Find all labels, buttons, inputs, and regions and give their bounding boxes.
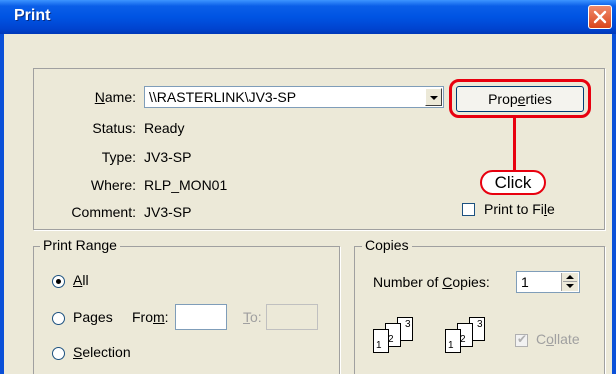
close-icon [593, 10, 607, 24]
number-of-copies-label: Number of Copies: [373, 274, 490, 290]
radio-all-label: All [73, 272, 89, 288]
collate-pages-icon: 3 2 1 [441, 317, 501, 361]
copies-value: 1 [521, 274, 529, 290]
status-value: Ready [144, 120, 185, 136]
window-title: Print [14, 7, 51, 24]
print-range-title: Print Range [40, 237, 120, 253]
to-input[interactable] [266, 304, 318, 330]
checkmark-icon: ✔ [517, 332, 528, 346]
copies-spinner[interactable]: 1 [516, 271, 580, 293]
collate-label: Collate [536, 331, 580, 347]
status-label: Status: [92, 120, 136, 136]
from-label: From: [132, 309, 169, 325]
close-button[interactable] [588, 5, 612, 29]
type-value: JV3-SP [144, 149, 192, 165]
collate-checkbox[interactable]: ✔ [515, 332, 528, 347]
spinner-divider [563, 281, 577, 282]
printer-name-value: \\RASTERLINK\JV3-SP [149, 89, 297, 105]
comment-label: Comment: [71, 204, 136, 220]
radio-selection[interactable] [52, 347, 65, 360]
page-1: 1 [445, 329, 461, 353]
comment-value: JV3-SP [144, 204, 192, 220]
radio-all[interactable] [52, 275, 65, 288]
radio-selection-label: Selection [73, 344, 131, 360]
type-label: Type: [101, 149, 136, 165]
collate-pages-icon: 3 2 1 [369, 317, 429, 361]
page-1: 1 [373, 329, 389, 353]
callout-highlight [449, 79, 591, 118]
callout-line [513, 118, 516, 170]
printer-name-combo[interactable]: \\RASTERLINK\JV3-SP [144, 86, 444, 108]
radio-pages-label: Pages [73, 309, 113, 325]
copies-title: Copies [362, 237, 412, 253]
name-label: Name: [94, 89, 136, 105]
chevron-down-icon[interactable] [425, 88, 442, 106]
click-callout: Click [480, 170, 546, 195]
print-dialog: Print Name: \\RASTERLINK\JV3-SP Status: … [0, 0, 616, 374]
to-label: To: [243, 309, 262, 325]
title-bar[interactable]: Print [0, 0, 616, 34]
where-value: RLP_MON01 [144, 177, 228, 193]
window-frame-right [612, 34, 616, 374]
spin-up-icon[interactable] [566, 275, 574, 279]
where-label: Where: [90, 177, 136, 193]
spin-down-icon[interactable] [566, 284, 574, 288]
spinner-buttons[interactable] [561, 273, 578, 291]
from-input[interactable] [175, 304, 227, 330]
radio-pages[interactable] [52, 312, 65, 325]
window-frame-left [0, 34, 4, 374]
print-to-file-label: Print to File [484, 201, 555, 217]
print-to-file-checkbox[interactable] [462, 203, 475, 216]
